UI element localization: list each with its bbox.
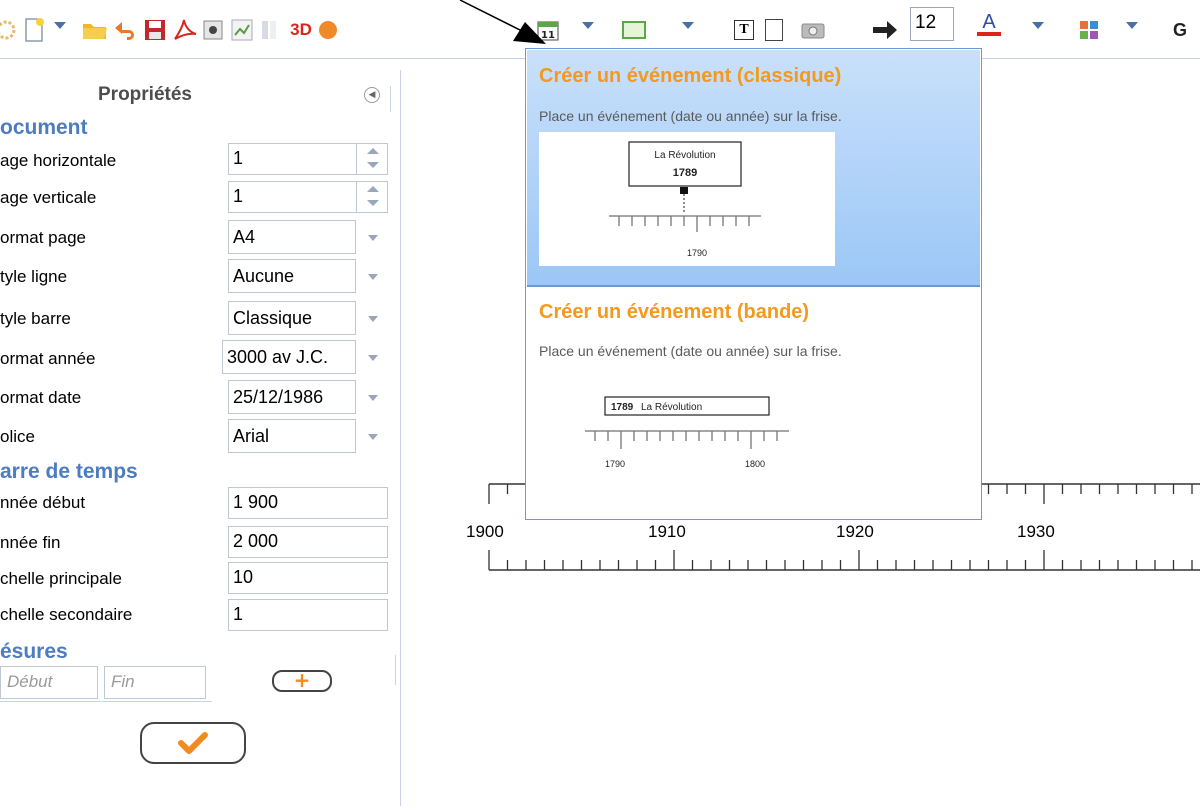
band-event-preview: 1789 La Révolution 1790 1800 bbox=[567, 387, 807, 487]
create-event-band-option[interactable]: Créer un événement (bande) Place un évén… bbox=[527, 287, 980, 519]
chevron-down-icon bbox=[368, 235, 378, 241]
properties-panel-header: Propriétés ◀ bbox=[0, 73, 392, 113]
text-tool-icon[interactable]: T bbox=[732, 16, 756, 44]
open-folder-icon[interactable] bbox=[80, 16, 110, 44]
panel-border bbox=[395, 655, 396, 685]
panel-title: Propriétés bbox=[98, 84, 192, 105]
line-style-select[interactable]: Aucune bbox=[228, 259, 388, 293]
add-cesure-button[interactable]: + bbox=[272, 670, 332, 692]
3d-button[interactable]: 3D bbox=[286, 16, 316, 44]
property-label: ormat page bbox=[0, 228, 86, 247]
timeline-year-label: 1900 bbox=[466, 522, 504, 541]
svg-text:1789: 1789 bbox=[673, 167, 697, 179]
chevron-down-icon bbox=[368, 355, 378, 361]
chevron-down-icon bbox=[368, 395, 378, 401]
page-format-select[interactable]: A4 bbox=[228, 220, 388, 254]
timeline-year-label: 1910 bbox=[648, 522, 686, 541]
period-dropdown-icon[interactable] bbox=[682, 22, 694, 29]
page-vertical-spinner[interactable] bbox=[356, 181, 388, 213]
camera-icon[interactable] bbox=[796, 16, 830, 44]
new-document-icon[interactable] bbox=[22, 16, 46, 44]
property-label: chelle secondaire bbox=[0, 605, 133, 624]
property-label: olice bbox=[0, 427, 35, 446]
property-label: nnée fin bbox=[0, 533, 61, 552]
timeline-year-label: 1930 bbox=[1017, 522, 1055, 541]
timeline-year-label: 1920 bbox=[836, 522, 874, 541]
divider bbox=[0, 701, 212, 702]
settings-icon[interactable] bbox=[0, 16, 20, 44]
font-color-icon[interactable]: A bbox=[974, 10, 1004, 38]
svg-text:1800: 1800 bbox=[745, 459, 765, 469]
section-document: ocument bbox=[0, 116, 88, 139]
calendar-dropdown-icon[interactable] bbox=[582, 22, 594, 29]
option-title: Créer un événement (classique) bbox=[539, 65, 842, 87]
end-year-input[interactable]: 2 000 bbox=[228, 526, 388, 558]
property-label: ormat date bbox=[0, 388, 82, 407]
font-select[interactable]: Arial bbox=[228, 419, 388, 453]
svg-text:1789: 1789 bbox=[611, 402, 634, 413]
start-year-input[interactable]: 1 900 bbox=[228, 487, 388, 519]
date-format-select[interactable]: 25/12/1986 bbox=[228, 380, 388, 414]
property-label: chelle principale bbox=[0, 569, 122, 588]
undo-icon[interactable] bbox=[112, 16, 140, 44]
page-horizontal-spinner[interactable] bbox=[356, 143, 388, 175]
chevron-down-icon bbox=[368, 316, 378, 322]
property-label: nnée début bbox=[0, 493, 86, 512]
chevron-down-icon bbox=[368, 274, 378, 280]
classic-event-preview: La Révolution 1789 1790 bbox=[539, 132, 835, 266]
chevron-down-icon bbox=[368, 434, 378, 440]
cesure-end-input[interactable]: Fin bbox=[104, 666, 206, 699]
main-scale-input[interactable]: 10 bbox=[228, 562, 388, 594]
property-label: age horizontale bbox=[0, 151, 117, 170]
option-divider bbox=[527, 285, 980, 287]
year-format-select[interactable]: 3000 av J.C. bbox=[222, 340, 382, 374]
property-label: age verticale bbox=[0, 188, 97, 207]
arrow-right-icon[interactable] bbox=[870, 16, 900, 44]
property-label: tyle ligne bbox=[0, 267, 68, 286]
option-description: Place un événement (date ou année) sur l… bbox=[539, 343, 842, 359]
save-icon[interactable] bbox=[142, 16, 168, 44]
secondary-scale-input[interactable]: 1 bbox=[228, 599, 388, 631]
pattern-icon[interactable] bbox=[1076, 16, 1102, 44]
period-icon[interactable] bbox=[620, 16, 648, 44]
option-title: Créer un événement (bande) bbox=[539, 301, 810, 323]
property-label: tyle barre bbox=[0, 309, 71, 328]
property-label: ormat année bbox=[0, 349, 96, 368]
option-description: Place un événement (date ou année) sur l… bbox=[539, 108, 842, 124]
bar-style-select[interactable]: Classique bbox=[228, 301, 388, 335]
g-button[interactable]: G bbox=[1170, 16, 1190, 44]
pattern-dropdown-icon[interactable] bbox=[1126, 22, 1138, 29]
svg-text:1790: 1790 bbox=[605, 459, 625, 469]
svg-text:1790: 1790 bbox=[687, 248, 707, 258]
section-cesures: ésures bbox=[0, 640, 68, 663]
image-icon[interactable] bbox=[202, 16, 224, 44]
frame-tool-icon[interactable] bbox=[762, 16, 786, 44]
check-icon bbox=[178, 732, 208, 754]
cesure-start-input[interactable]: Début bbox=[0, 666, 98, 699]
timeline-bottom-ticks bbox=[488, 550, 1200, 571]
pdf-icon[interactable] bbox=[170, 16, 200, 44]
panel-border bbox=[400, 70, 401, 806]
chart-icon[interactable] bbox=[230, 16, 254, 44]
layout-icon[interactable] bbox=[258, 16, 280, 44]
svg-text:La Révolution: La Révolution bbox=[654, 150, 715, 161]
new-document-dropdown-icon[interactable] bbox=[54, 22, 66, 29]
pointer-arrow-icon bbox=[459, 0, 546, 44]
color-wheel-icon[interactable] bbox=[318, 16, 338, 44]
panel-border bbox=[390, 86, 391, 112]
svg-text:La Révolution: La Révolution bbox=[641, 402, 702, 413]
apply-button[interactable] bbox=[140, 722, 246, 764]
event-type-dropdown: Créer un événement (classique) Place un … bbox=[525, 48, 982, 520]
font-size-input[interactable]: 12 bbox=[910, 7, 954, 41]
create-event-classic-option[interactable]: Créer un événement (classique) Place un … bbox=[527, 50, 980, 286]
collapse-panel-icon[interactable]: ◀ bbox=[364, 87, 380, 103]
font-color-dropdown-icon[interactable] bbox=[1032, 22, 1044, 29]
section-time-bar: arre de temps bbox=[0, 460, 138, 483]
